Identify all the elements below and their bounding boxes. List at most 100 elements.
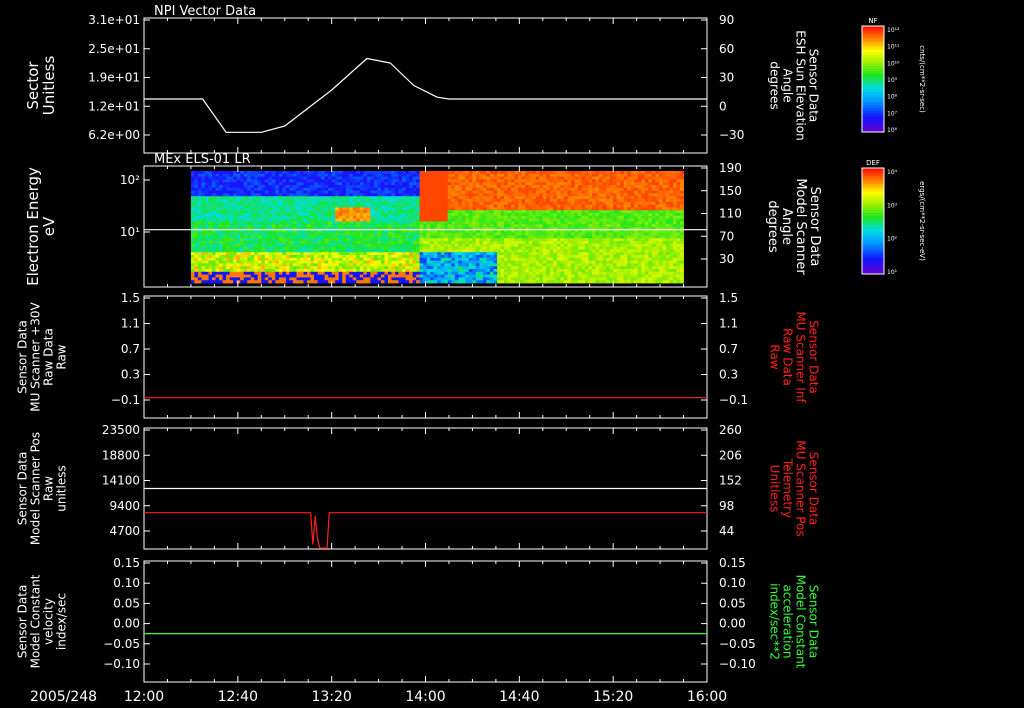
spectrogram-cell <box>546 201 551 205</box>
spectrogram-cell <box>349 252 354 256</box>
spectrogram-cell <box>577 196 582 200</box>
spectrogram-cell <box>395 263 399 267</box>
spectrogram-cell <box>247 187 252 191</box>
spectrogram-cell <box>560 232 565 236</box>
spectrogram-cell <box>366 215 371 219</box>
spectrogram-cell <box>567 243 572 247</box>
spectrogram-cell <box>194 235 199 239</box>
spectrogram-cell <box>504 263 509 267</box>
spectrogram-cell <box>236 241 241 245</box>
spectrogram-cell <box>454 213 459 217</box>
spectrogram-cell <box>465 213 470 217</box>
spectrogram-cell <box>574 280 579 284</box>
spectrogram-cell <box>430 238 435 242</box>
spectrogram-cell <box>324 235 329 239</box>
spectrogram-cell <box>261 204 266 208</box>
spectrogram-cell <box>577 277 582 281</box>
spectrogram-cell <box>599 173 604 177</box>
spectrogram-cell <box>525 196 530 200</box>
spectrogram-cell <box>447 199 452 203</box>
spectrogram-cell <box>486 269 491 273</box>
spectrogram-cell <box>194 257 199 261</box>
spectrogram-cell <box>233 280 238 284</box>
spectrogram-cell <box>271 179 276 183</box>
spectrogram-cell <box>585 190 589 194</box>
spectrogram-cell <box>208 185 213 189</box>
spectrogram-cell <box>317 243 322 247</box>
spectrogram-cell <box>359 252 364 256</box>
spectrogram-cell <box>324 201 329 205</box>
spectrogram-cell <box>282 185 287 189</box>
spectrogram-cell <box>303 280 308 284</box>
spectrogram-cell <box>352 266 357 270</box>
spectrogram-cell <box>419 255 424 259</box>
spectrogram-cell <box>289 224 294 228</box>
spectrogram-cell <box>437 190 442 194</box>
spectrogram-cell <box>609 201 614 205</box>
spectrogram-cell <box>278 196 283 200</box>
spectrogram-cell <box>363 232 368 236</box>
spectrogram-cell <box>620 190 625 194</box>
spectrogram-cell <box>546 274 551 278</box>
spectrogram-cell <box>194 221 199 225</box>
spectrogram-cell <box>222 190 227 194</box>
spectrogram-cell <box>402 201 406 205</box>
spectrogram-cell <box>212 215 216 219</box>
spectrogram-cell <box>497 266 501 270</box>
spectrogram-cell <box>254 274 259 278</box>
spectrogram-cell <box>521 199 526 203</box>
spectrogram-cell <box>504 252 509 256</box>
spectrogram-cell <box>321 171 326 175</box>
spectrogram-cell <box>324 269 329 273</box>
spectrogram-cell <box>215 277 220 281</box>
spectrogram-cell <box>212 176 216 180</box>
spectrogram-cell <box>247 274 252 278</box>
spectrogram-cell <box>606 213 611 217</box>
spectrogram-cell <box>588 232 593 236</box>
spectrogram-cell <box>190 171 195 175</box>
spectrogram-cell <box>314 280 318 284</box>
spectrogram-cell <box>204 249 209 253</box>
spectrogram-cell <box>563 238 568 242</box>
spectrogram-cell <box>331 171 336 175</box>
spectrogram-cell <box>314 199 318 203</box>
spectrogram-cell <box>482 235 487 239</box>
spectrogram-cell <box>588 218 593 222</box>
spectrogram-cell <box>222 207 227 211</box>
spectrogram-cell <box>507 204 512 208</box>
spectrogram-cell <box>363 187 368 191</box>
spectrogram-cell <box>560 235 565 239</box>
spectrogram-cell <box>528 215 533 219</box>
spectrogram-cell <box>570 269 575 273</box>
spectrogram-cell <box>500 238 505 242</box>
spectrogram-cell <box>310 246 315 250</box>
spectrogram-cell <box>588 243 593 247</box>
spectrogram-cell <box>359 241 364 245</box>
spectrogram-cell <box>190 260 195 264</box>
spectrogram-cell <box>307 252 311 256</box>
spectrogram-cell <box>278 218 283 222</box>
spectrogram-cell <box>380 274 385 278</box>
spectrogram-cell <box>307 196 311 200</box>
spectrogram-cell <box>511 193 516 197</box>
spectrogram-cell <box>197 269 202 273</box>
spectrogram-cell <box>504 210 509 214</box>
spectrogram-cell <box>398 224 403 228</box>
spectrogram-cell <box>613 176 618 180</box>
spectrogram-cell <box>338 215 343 219</box>
spectrogram-cell <box>419 173 424 177</box>
spectrogram-cell <box>222 210 227 214</box>
spectrogram-cell <box>317 182 322 186</box>
spectrogram-cell <box>451 179 456 183</box>
spectrogram-cell <box>257 182 262 186</box>
spectrogram-cell <box>226 252 231 256</box>
spectrogram-cell <box>292 224 297 228</box>
spectrogram-cell <box>426 196 431 200</box>
spectrogram-cell <box>599 263 604 267</box>
spectrogram-cell <box>363 179 368 183</box>
spectrogram-cell <box>296 280 301 284</box>
spectrogram-cell <box>331 255 336 259</box>
spectrogram-cell <box>482 277 487 281</box>
spectrogram-cell <box>595 185 600 189</box>
spectrogram-cell <box>525 176 530 180</box>
